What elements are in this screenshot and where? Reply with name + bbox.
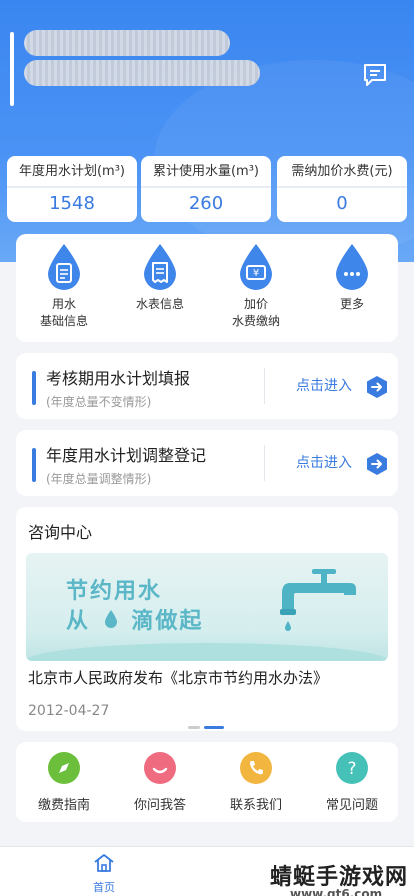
task-title: 年度用水计划调整登记: [46, 446, 207, 465]
divider: [264, 445, 265, 481]
menu-item-basic-info[interactable]: 用水 基础信息: [24, 242, 104, 330]
redacted-company-name: [24, 30, 230, 56]
home-icon: [94, 854, 114, 872]
banner-text-a: 从: [66, 609, 91, 634]
quick-links-panel: 缴费指南 你问我答 联系我们 ? 常见问题: [16, 742, 398, 822]
stat-label: 需纳加价水费(元): [277, 156, 407, 188]
arrow-right-icon[interactable]: [366, 452, 388, 476]
more-drop-icon: [333, 242, 371, 292]
document-drop-icon: [45, 242, 83, 292]
compass-icon: [48, 752, 80, 784]
quick-label: 缴费指南: [37, 798, 90, 813]
question-icon: ?: [336, 752, 368, 784]
menu-label: 加价: [243, 297, 268, 311]
banner-text-line2: 从 滴做起: [66, 603, 203, 635]
svg-text:?: ?: [347, 759, 356, 779]
banner-text-b: 滴做起: [131, 609, 204, 634]
svg-text:¥: ¥: [253, 268, 259, 279]
menu-item-more[interactable]: 更多: [312, 242, 392, 313]
yen-ticket-drop-icon: ¥: [237, 242, 275, 292]
task-accent-bar: [32, 371, 36, 405]
carousel-indicator: [188, 717, 228, 736]
task-accent-bar: [32, 448, 36, 482]
phone-icon: [240, 752, 272, 784]
redacted-account-info: [24, 60, 260, 86]
stat-card-surcharge-fee: 需纳加价水费(元) 0: [277, 156, 407, 222]
quick-label: 你问我答: [133, 798, 186, 813]
banner-text-line1: 节约用水: [66, 579, 163, 604]
task-subtitle: (年度总量不变情形): [46, 395, 152, 409]
water-drop-icon: [104, 609, 118, 635]
task-card-plan-report[interactable]: 考核期用水计划填报 (年度总量不变情形) 点击进入: [16, 353, 398, 419]
menu-label: 用水: [51, 297, 76, 311]
function-menu-panel: 用水 基础信息 水表信息 ¥ 加价 水费缴纳 更多: [16, 234, 398, 342]
stat-card-annual-plan: 年度用水计划(m³) 1548: [7, 156, 137, 222]
stat-value: 260: [188, 193, 224, 214]
stat-card-cumulative-usage: 累计使用水量(m³) 260: [141, 156, 271, 222]
stat-label: 累计使用水量(m³): [141, 156, 271, 188]
smile-icon: [144, 752, 176, 784]
quick-payment-guide[interactable]: 缴费指南: [24, 752, 104, 813]
watermark-url: www.qt6.com: [290, 887, 383, 896]
stat-label: 年度用水计划(m³): [7, 156, 137, 188]
quick-qa[interactable]: 你问我答: [120, 752, 200, 813]
menu-item-meter-info[interactable]: 水表信息: [120, 242, 200, 313]
quick-faq[interactable]: ? 常见问题: [312, 752, 392, 813]
stat-value: 0: [336, 193, 348, 214]
menu-label: 更多: [339, 297, 364, 311]
banner-wave: [26, 643, 388, 661]
enter-link[interactable]: 点击进入: [296, 452, 352, 472]
tab-home-label: 首页: [93, 881, 115, 894]
task-card-plan-adjust[interactable]: 年度用水计划调整登记 (年度总量调整情形) 点击进入: [16, 430, 398, 496]
menu-label: 水表信息: [135, 297, 184, 311]
task-subtitle: (年度总量调整情形): [46, 472, 152, 486]
quick-label: 常见问题: [325, 798, 378, 813]
news-headline[interactable]: 北京市人民政府发布《北京市节约用水办法》: [28, 667, 328, 688]
arrow-right-icon[interactable]: [366, 375, 388, 399]
task-title: 考核期用水计划填报: [46, 369, 191, 388]
consult-center-panel: 咨询中心 节约用水 从 滴做起 北京市人民政府发布《北京市节约用水办法》 201…: [16, 507, 398, 731]
news-date: 2012-04-27: [28, 703, 110, 719]
section-title: 咨询中心: [28, 523, 93, 542]
faucet-icon: [270, 565, 370, 635]
menu-item-surcharge-payment[interactable]: ¥ 加价 水费缴纳: [216, 242, 296, 330]
menu-label-line2: 水费缴纳: [231, 314, 280, 328]
title-accent-bar: [10, 32, 14, 106]
divider: [264, 368, 265, 404]
tab-home[interactable]: 首页: [84, 853, 124, 895]
quick-label: 联系我们: [229, 798, 282, 813]
news-banner[interactable]: 节约用水 从 滴做起: [26, 553, 388, 661]
receipt-drop-icon: [141, 242, 179, 292]
enter-link[interactable]: 点击进入: [296, 375, 352, 395]
message-icon[interactable]: [362, 62, 388, 88]
menu-label-line2: 基础信息: [39, 314, 88, 328]
carousel-dot-active[interactable]: [204, 726, 224, 729]
carousel-dot[interactable]: [188, 726, 200, 729]
bottom-tab-bar: 首页 蜻蜓手游戏网 www.qt6.com: [0, 846, 414, 896]
stat-value: 1548: [49, 193, 95, 214]
watermark: 蜻蜓手游戏网 www.qt6.com: [270, 859, 408, 896]
quick-contact-us[interactable]: 联系我们: [216, 752, 296, 813]
